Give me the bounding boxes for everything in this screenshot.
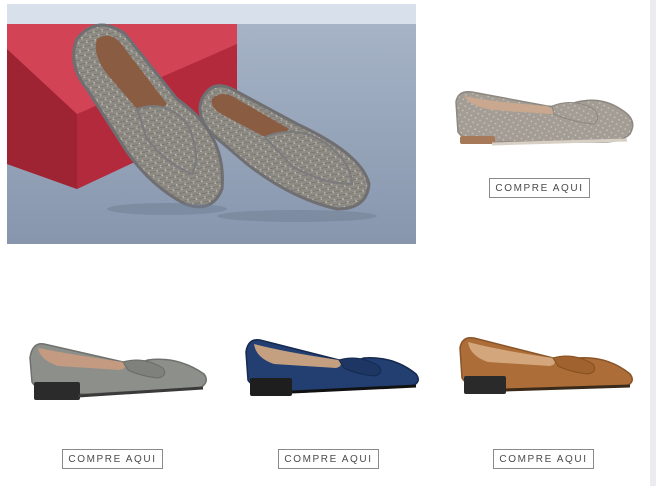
buy-button[interactable]: COMPRE AQUI xyxy=(493,449,594,469)
product-image-tan-suede[interactable] xyxy=(458,336,634,402)
buy-button[interactable]: COMPRE AQUI xyxy=(489,178,590,198)
buy-button[interactable]: COMPRE AQUI xyxy=(278,449,379,469)
page-edge xyxy=(650,0,656,486)
product-image-grey-suede[interactable] xyxy=(28,338,208,408)
product-image-grey-studded[interactable] xyxy=(452,84,637,150)
hero-image xyxy=(7,4,416,244)
product-image-navy-suede[interactable] xyxy=(244,336,420,406)
buy-button[interactable]: COMPRE AQUI xyxy=(62,449,163,469)
